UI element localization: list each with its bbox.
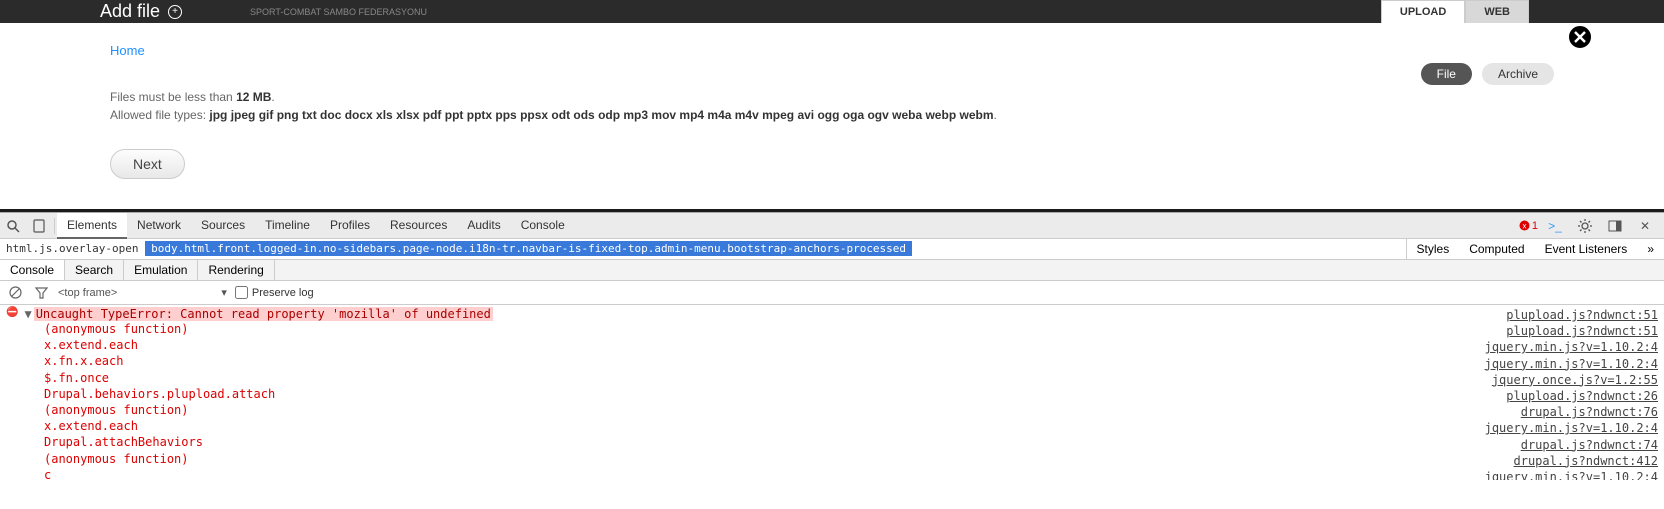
- device-icon[interactable]: [26, 214, 52, 238]
- breadcrumb-active: body.html.front.logged-in.no-sidebars.pa…: [145, 241, 912, 256]
- next-button[interactable]: Next: [110, 149, 185, 179]
- devtools-toolbar: Elements Network Sources Timeline Profil…: [0, 213, 1664, 239]
- console-toolbar: <top frame> ▾ Preserve log: [0, 281, 1664, 305]
- side-tab-listeners[interactable]: Event Listeners: [1535, 239, 1638, 259]
- home-link[interactable]: Home: [110, 43, 145, 58]
- source-link[interactable]: jquery.min.js?v=1.10.2:4: [1485, 339, 1658, 355]
- sub-tab-search[interactable]: Search: [65, 260, 124, 280]
- preserve-label: Preserve log: [252, 287, 314, 299]
- error-count-badge[interactable]: x 1: [1519, 220, 1538, 232]
- devtools-breadcrumb-row: xmlns:rdfs="http://www.w3.org/2000/01/rd…: [0, 239, 1664, 260]
- tab-elements[interactable]: Elements: [57, 213, 127, 239]
- source-link[interactable]: drupal.js?ndwnct:412: [1485, 453, 1658, 469]
- preserve-checkbox[interactable]: [235, 286, 248, 299]
- side-panel-tabs: Styles Computed Event Listeners »: [1406, 239, 1664, 259]
- source-link[interactable]: plupload.js?ndwnct:26: [1485, 388, 1658, 404]
- tab-timeline[interactable]: Timeline: [255, 213, 320, 239]
- stack-frame[interactable]: $.fn.once: [44, 370, 1658, 386]
- stack-trace: (anonymous function) x.extend.each x.fn.…: [44, 321, 1658, 480]
- frame-label: <top frame>: [58, 287, 117, 299]
- settings-icon[interactable]: [1572, 214, 1598, 238]
- source-links: plupload.js?ndwnct:51 plupload.js?ndwnct…: [1485, 307, 1658, 480]
- sub-tab-emulation[interactable]: Emulation: [124, 260, 198, 280]
- add-file-label[interactable]: Add file +: [100, 1, 182, 22]
- mode-pills: File Archive: [1421, 63, 1554, 85]
- types-value: jpg jpeg gif png txt doc docx xls xlsx p…: [209, 108, 993, 122]
- stack-frame[interactable]: c: [44, 467, 1658, 480]
- toolbar-right: x 1 >_ ✕: [1519, 214, 1664, 238]
- svg-text:x: x: [1522, 222, 1526, 231]
- console-error-row[interactable]: ⛔ ▼ Uncaught TypeError: Cannot read prop…: [6, 307, 1658, 321]
- source-link[interactable]: drupal.js?ndwnct:74: [1485, 437, 1658, 453]
- source-link[interactable]: jquery.min.js?v=1.10.2:4: [1485, 469, 1658, 480]
- devtools-panel: Elements Network Sources Timeline Profil…: [0, 212, 1664, 480]
- console-output: ⛔ ▼ Uncaught TypeError: Cannot read prop…: [0, 305, 1664, 480]
- side-tab-more[interactable]: »: [1637, 239, 1664, 259]
- close-devtools-icon[interactable]: ✕: [1632, 214, 1658, 238]
- dock-icon[interactable]: [1602, 214, 1628, 238]
- source-link[interactable]: drupal.js?ndwnct:76: [1485, 404, 1658, 420]
- sub-tab-console[interactable]: Console: [0, 260, 65, 280]
- filter-icon[interactable]: [32, 281, 50, 305]
- types-suffix: .: [994, 108, 997, 122]
- source-link[interactable]: jquery.min.js?v=1.10.2:4: [1485, 356, 1658, 372]
- tab-audits[interactable]: Audits: [457, 213, 510, 239]
- logo-subtitle: SPORT-COMBAT SAMBO FEDERASYONU: [250, 7, 427, 17]
- tab-web[interactable]: WEB: [1465, 0, 1529, 24]
- xmlns-snippet: xmlns:rdfs="http://www.w3.org/2000/01/rd…: [6, 239, 1271, 240]
- close-icon: [1573, 30, 1587, 44]
- tab-sources[interactable]: Sources: [191, 213, 255, 239]
- source-link[interactable]: plupload.js?ndwnct:51: [1485, 307, 1658, 323]
- tab-console[interactable]: Console: [511, 213, 575, 239]
- limit-value: 12 MB: [236, 90, 271, 104]
- stack-frame[interactable]: x.extend.each: [44, 337, 1658, 353]
- pill-archive[interactable]: Archive: [1482, 63, 1554, 85]
- chevron-down-icon: ▾: [221, 286, 227, 299]
- side-tab-styles[interactable]: Styles: [1407, 239, 1460, 259]
- breadcrumb-prefix: html.js.overlay-open: [6, 242, 138, 255]
- error-count: 1: [1532, 220, 1538, 232]
- stack-frame[interactable]: x.extend.each: [44, 418, 1658, 434]
- source-link[interactable]: jquery.once.js?v=1.2:55: [1485, 372, 1658, 388]
- sub-tab-rendering[interactable]: Rendering: [198, 260, 274, 280]
- pill-file[interactable]: File: [1421, 63, 1472, 85]
- drawer-toggle-icon[interactable]: >_: [1542, 214, 1568, 238]
- side-tab-computed[interactable]: Computed: [1459, 239, 1534, 259]
- error-message: Uncaught TypeError: Cannot read property…: [34, 307, 493, 321]
- frame-selector[interactable]: <top frame> ▾: [58, 286, 227, 299]
- source-link[interactable]: jquery.min.js?v=1.10.2:4: [1485, 420, 1658, 436]
- toolbar-separator: [54, 218, 55, 234]
- plus-icon: +: [168, 5, 182, 19]
- upload-source-tabs: UPLOAD WEB: [1381, 0, 1529, 24]
- devtools-tabs: Elements Network Sources Timeline Profil…: [57, 213, 575, 239]
- stack-frame[interactable]: (anonymous function): [44, 402, 1658, 418]
- stack-frame[interactable]: Drupal.behaviors.plupload.attach: [44, 386, 1658, 402]
- drawer-tabs: Console Search Emulation Rendering: [0, 260, 1664, 281]
- error-icon: x: [1519, 220, 1530, 231]
- upload-overlay: Home File Archive Files must be less tha…: [80, 23, 1584, 209]
- preserve-log[interactable]: Preserve log: [235, 286, 314, 299]
- expand-icon[interactable]: ▼: [24, 307, 31, 321]
- stack-frame[interactable]: x.fn.x.each: [44, 353, 1658, 369]
- breadcrumb-area[interactable]: xmlns:rdfs="http://www.w3.org/2000/01/rd…: [0, 239, 1406, 259]
- stack-frame[interactable]: Drupal.attachBehaviors: [44, 434, 1658, 450]
- stack-frame[interactable]: (anonymous function): [44, 321, 1658, 337]
- add-file-text: Add file: [100, 1, 160, 22]
- tab-network[interactable]: Network: [127, 213, 191, 239]
- types-prefix: Allowed file types:: [110, 108, 209, 122]
- close-button[interactable]: [1566, 23, 1594, 51]
- tab-resources[interactable]: Resources: [380, 213, 457, 239]
- limit-prefix: Files must be less than: [110, 90, 236, 104]
- app-header: Add file + SPORT-COMBAT SAMBO FEDERASYON…: [0, 0, 1664, 23]
- error-icon: ⛔: [6, 307, 18, 321]
- file-restrictions: Files must be less than 12 MB. Allowed f…: [110, 88, 1554, 124]
- clear-console-icon[interactable]: [6, 281, 24, 305]
- stack-frame[interactable]: (anonymous function): [44, 451, 1658, 467]
- limit-suffix: .: [271, 90, 274, 104]
- tab-profiles[interactable]: Profiles: [320, 213, 380, 239]
- inspect-icon[interactable]: [0, 214, 26, 238]
- source-link[interactable]: plupload.js?ndwnct:51: [1485, 323, 1658, 339]
- tab-upload[interactable]: UPLOAD: [1381, 0, 1465, 24]
